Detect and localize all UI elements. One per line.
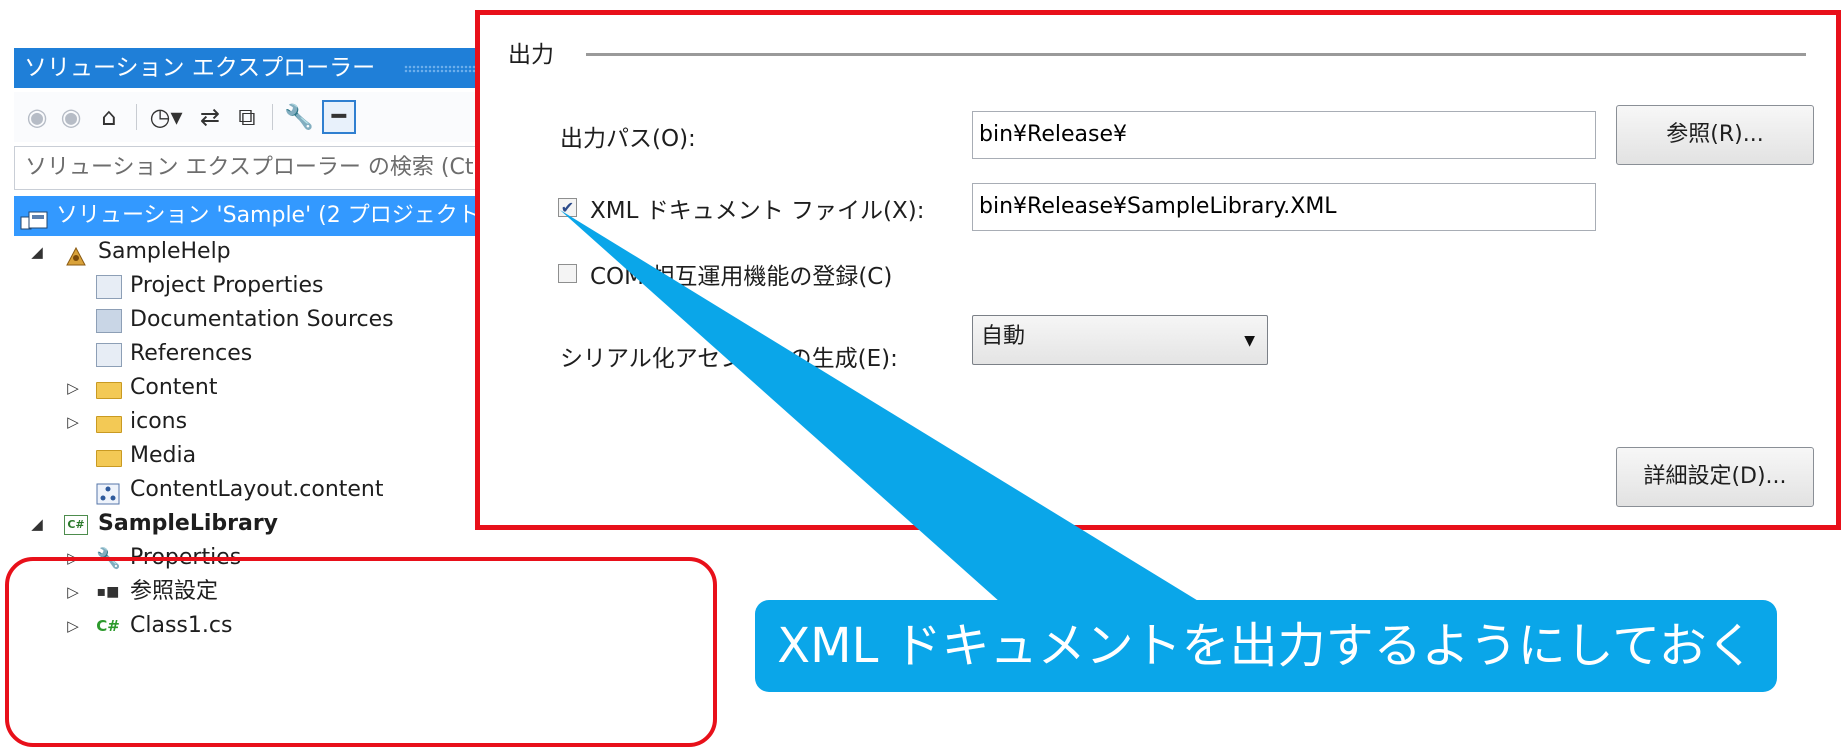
home-icon[interactable]: ⌂: [94, 100, 124, 134]
references-icon: [96, 343, 122, 367]
output-path-label: 出力パス(O):: [560, 126, 696, 152]
solution-explorer-title-text: ソリューション エクスプローラー: [24, 55, 376, 81]
collapse-all-icon[interactable]: ⧉: [232, 100, 262, 134]
browse-button[interactable]: 参照(R)...: [1616, 105, 1814, 165]
folder-icon: [96, 416, 122, 433]
samplelibrary-highlight-frame: [5, 557, 717, 747]
tree-solution-label: ソリューション 'Sample' (2 プロジェクト): [56, 203, 489, 228]
solution-icon: [20, 205, 50, 230]
section-divider: [586, 53, 1806, 56]
serialization-label: シリアル化アセンブリの生成(E):: [560, 346, 898, 372]
toolbar-separator: [136, 104, 137, 130]
advanced-settings-button[interactable]: 詳細設定(D)...: [1616, 447, 1814, 507]
sync-icon[interactable]: ⇄: [196, 100, 224, 134]
history-icon[interactable]: ◷▾: [146, 100, 186, 134]
serialization-selected-value: 自動: [981, 324, 1026, 349]
documentation-sources-icon: [96, 309, 122, 333]
pin-icon[interactable]: ━: [322, 100, 356, 134]
toolbar-separator: [272, 104, 273, 130]
forward-icon[interactable]: ◉: [58, 100, 84, 134]
output-path-input[interactable]: bin¥Release¥: [972, 111, 1596, 159]
properties-wrench-icon[interactable]: 🔧: [284, 100, 314, 134]
com-interop-label: COM 相互運用機能の登録(C): [590, 264, 893, 290]
csharp-project-icon: C#: [64, 515, 88, 535]
content-layout-icon: [96, 479, 120, 505]
output-section-title: 出力: [508, 42, 554, 68]
dropdown-arrow-icon: ▼: [1244, 333, 1255, 349]
xml-doc-path-input[interactable]: bin¥Release¥SampleLibrary.XML: [972, 183, 1596, 231]
folder-icon: [96, 450, 122, 467]
output-settings-panel: 出力 出力パス(O): bin¥Release¥ 参照(R)... ✔ XML …: [475, 10, 1841, 530]
serialization-dropdown[interactable]: 自動 ▼: [972, 315, 1268, 365]
folder-icon: [96, 382, 122, 399]
properties-page-icon: [96, 275, 122, 299]
com-interop-checkbox[interactable]: [558, 264, 577, 283]
back-icon[interactable]: ◉: [24, 100, 50, 134]
callout-bubble: XML ドキュメントを出力するようにしておく: [755, 600, 1777, 692]
xml-doc-checkbox[interactable]: ✔: [558, 198, 577, 217]
xml-doc-label: XML ドキュメント ファイル(X):: [590, 198, 925, 224]
help-project-icon: [64, 241, 88, 266]
